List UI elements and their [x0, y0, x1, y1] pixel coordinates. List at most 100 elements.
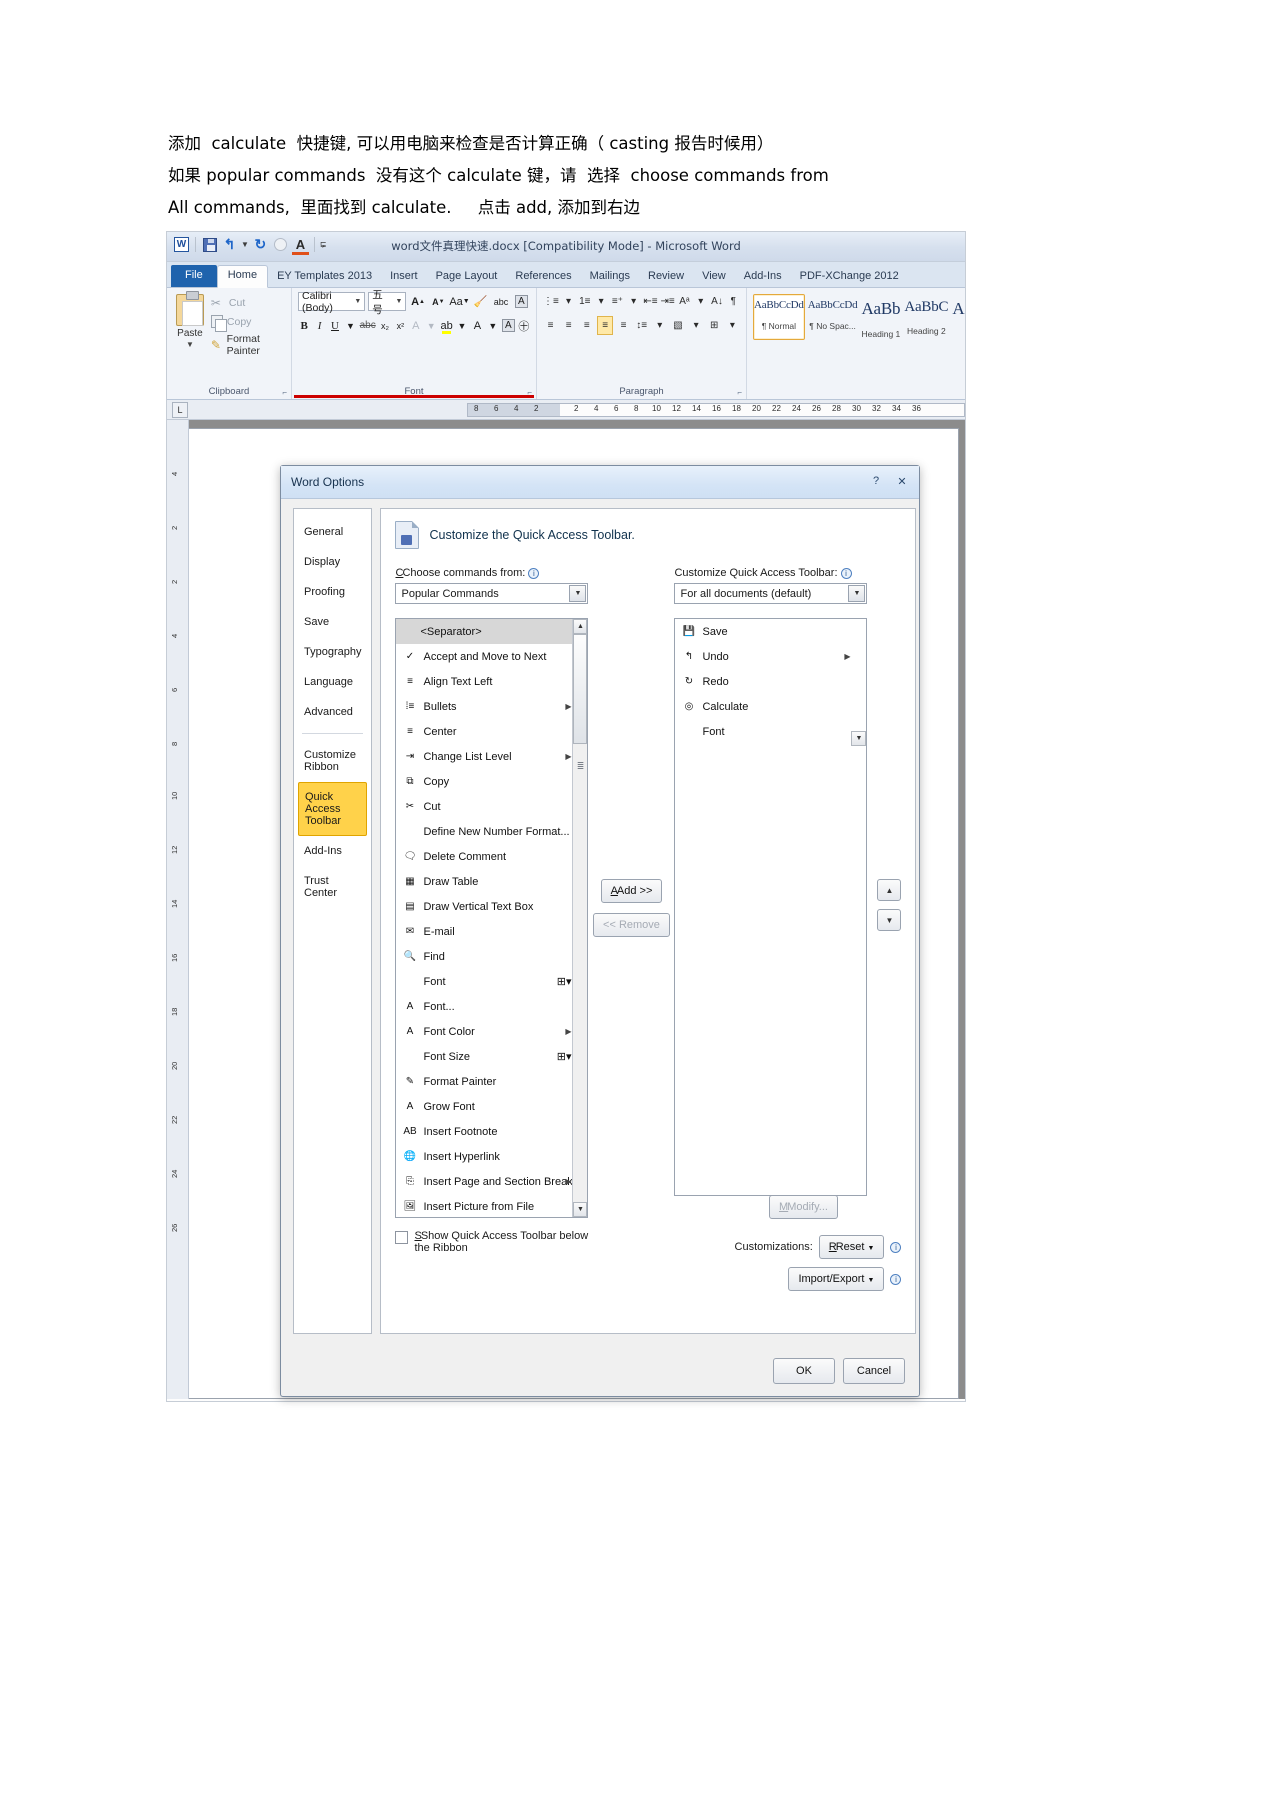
gallery-icon[interactable]: ⊞▾: [557, 975, 572, 988]
tab-mailings[interactable]: Mailings: [581, 267, 639, 287]
list-item[interactable]: ⧉ Copy: [396, 769, 587, 794]
superscript-button[interactable]: x²: [394, 316, 406, 335]
nav-item-customize-ribbon[interactable]: Customize Ribbon: [294, 740, 371, 782]
list-item[interactable]: ▦ Draw Table: [396, 869, 587, 894]
clear-formatting-icon[interactable]: 🧹: [472, 292, 489, 311]
list-item[interactable]: A Font...: [396, 994, 587, 1019]
list-item[interactable]: ↻ Redo: [675, 669, 866, 694]
chevron-down-icon[interactable]: ▼: [354, 298, 361, 305]
submenu-arrow-icon[interactable]: ▶: [565, 752, 571, 761]
increase-indent-icon[interactable]: ⇥≡: [661, 292, 675, 311]
nav-item-advanced[interactable]: Advanced: [294, 697, 371, 727]
show-below-ribbon-row[interactable]: SShow Quick Access Toolbar below the Rib…: [395, 1230, 595, 1254]
move-down-button[interactable]: ▼: [877, 909, 902, 931]
nav-item-display[interactable]: Display: [294, 547, 371, 577]
show-formatting-marks-icon[interactable]: ¶: [727, 292, 740, 311]
nav-item-language[interactable]: Language: [294, 667, 371, 697]
list-item[interactable]: 🖼 Insert Picture from File: [396, 1194, 587, 1217]
tab-review[interactable]: Review: [639, 267, 693, 287]
info-icon[interactable]: i: [890, 1273, 902, 1285]
font-color-icon[interactable]: A: [471, 316, 483, 335]
scroll-up-icon[interactable]: ▲: [573, 619, 588, 634]
list-item[interactable]: 🔍 Find: [396, 944, 587, 969]
enclose-characters-icon[interactable]: ㊉: [518, 316, 530, 335]
list-item[interactable]: A Font Color ▶: [396, 1019, 587, 1044]
list-item[interactable]: ✓ Accept and Move to Next: [396, 644, 587, 669]
submenu-arrow-icon[interactable]: ▶: [565, 1177, 571, 1186]
align-right-icon[interactable]: ≡: [579, 316, 594, 335]
align-left-icon[interactable]: ≡: [543, 316, 558, 335]
tab-home[interactable]: Home: [216, 265, 269, 288]
paragraph-dialog-launcher-icon[interactable]: ⌐: [737, 388, 742, 397]
scroll-down-icon[interactable]: ▼: [851, 731, 867, 746]
list-item[interactable]: A Grow Font: [396, 1094, 587, 1119]
text-effects-icon[interactable]: A: [410, 316, 422, 335]
list-item[interactable]: ↰ Undo ▶: [675, 644, 866, 669]
list-item[interactable]: ≡ Center: [396, 719, 587, 744]
chevron-down-icon[interactable]: ▼: [395, 298, 402, 305]
list-item[interactable]: 🗨 Delete Comment: [396, 844, 587, 869]
underline-dropdown-icon[interactable]: ▼: [344, 316, 356, 335]
italic-button[interactable]: I: [313, 316, 325, 335]
info-icon[interactable]: i: [528, 567, 540, 579]
paste-button[interactable]: Paste ▼: [173, 291, 207, 357]
move-up-button[interactable]: ▲: [877, 879, 902, 901]
subscript-button[interactable]: x₂: [379, 316, 391, 335]
help-icon[interactable]: ?: [867, 472, 885, 490]
nav-item-add-ins[interactable]: Add-Ins: [294, 836, 371, 866]
justify-icon[interactable]: ≡: [597, 316, 613, 335]
nav-item-quick-access-toolbar[interactable]: Quick Access Toolbar: [298, 782, 368, 836]
chevron-down-icon[interactable]: ▼: [173, 340, 207, 349]
list-item[interactable]: ⎘ Insert Page and Section Breaks ▶: [396, 1169, 587, 1194]
distributed-icon[interactable]: ≡: [616, 316, 631, 335]
ruler-strip[interactable]: 8 6 4 2 2 4 6 8 10 12 14 16 18 20 22 24 …: [467, 403, 965, 417]
info-icon[interactable]: i: [840, 567, 852, 579]
shrink-font-button[interactable]: A ▼: [430, 292, 447, 311]
chevron-down-icon[interactable]: ▼: [487, 316, 499, 335]
chevron-down-icon[interactable]: ▼: [868, 1277, 875, 1284]
submenu-arrow-icon[interactable]: ▶: [565, 702, 571, 711]
scroll-thumb[interactable]: [573, 634, 588, 744]
chevron-down-icon[interactable]: ▾: [562, 292, 575, 311]
copy-button[interactable]: Copy: [210, 315, 285, 332]
current-commands-scrollbar[interactable]: ▲ ▼: [851, 619, 867, 1195]
font-dialog-launcher-icon[interactable]: ⌐: [527, 388, 532, 397]
list-item[interactable]: ⁞≡ Bullets ▶: [396, 694, 587, 719]
list-item[interactable]: ✂ Cut: [396, 794, 587, 819]
tab-page-layout[interactable]: Page Layout: [427, 267, 507, 287]
close-icon[interactable]: ✕: [893, 472, 911, 490]
remove-button[interactable]: << Remove: [593, 913, 670, 937]
grow-font-button[interactable]: A ▲: [409, 292, 426, 311]
chevron-down-icon[interactable]: ▾: [694, 292, 707, 311]
style-heading-1[interactable]: AaBb Heading 1: [860, 294, 901, 340]
ribbon-tab-bar[interactable]: File Home EY Templates 2013 Insert Page …: [167, 262, 965, 288]
list-item[interactable]: Font: [675, 719, 866, 744]
line-spacing-icon[interactable]: ↕≡: [634, 316, 649, 335]
style-no-spacing[interactable]: AaBbCcDd ¶ No Spac...: [807, 294, 859, 340]
tab-ey-templates[interactable]: EY Templates 2013: [268, 267, 381, 287]
vertical-ruler[interactable]: 4 2 2 4 6 8 10 12 14 16 18 20 22 24 26: [167, 420, 189, 1399]
gallery-icon[interactable]: ⊞▾: [557, 1050, 572, 1063]
cut-button[interactable]: ✂ Cut: [211, 296, 285, 310]
cancel-button[interactable]: Cancel: [843, 1358, 905, 1384]
tab-view[interactable]: View: [693, 267, 735, 287]
chevron-down-icon[interactable]: ▼: [868, 1245, 875, 1252]
reset-button[interactable]: RReset ▼: [818, 1235, 885, 1259]
multilevel-list-icon[interactable]: ≡⁺: [611, 292, 624, 311]
choose-commands-dropdown[interactable]: Popular Commands ▼: [395, 583, 589, 604]
style-more[interactable]: A: [951, 294, 965, 340]
tab-pdf-xchange[interactable]: PDF-XChange 2012: [791, 267, 908, 287]
ok-button[interactable]: OK: [773, 1358, 835, 1384]
tab-selector-button[interactable]: L: [172, 402, 188, 418]
phonetic-guide-icon[interactable]: abc: [492, 292, 509, 311]
character-shading-icon[interactable]: A: [502, 316, 515, 335]
align-center-icon[interactable]: ≡: [561, 316, 576, 335]
font-size-box[interactable]: 五号 ▼: [368, 289, 407, 316]
list-item[interactable]: 🌐 Insert Hyperlink: [396, 1144, 587, 1169]
decrease-indent-icon[interactable]: ⇤≡: [643, 292, 657, 311]
list-item[interactable]: ⇥ Change List Level ▶: [396, 744, 587, 769]
list-item[interactable]: ▤ Draw Vertical Text Box: [396, 894, 587, 919]
tab-references[interactable]: References: [506, 267, 580, 287]
add-button[interactable]: AAdd >>: [600, 879, 663, 903]
list-item[interactable]: ✉ E-mail: [396, 919, 587, 944]
